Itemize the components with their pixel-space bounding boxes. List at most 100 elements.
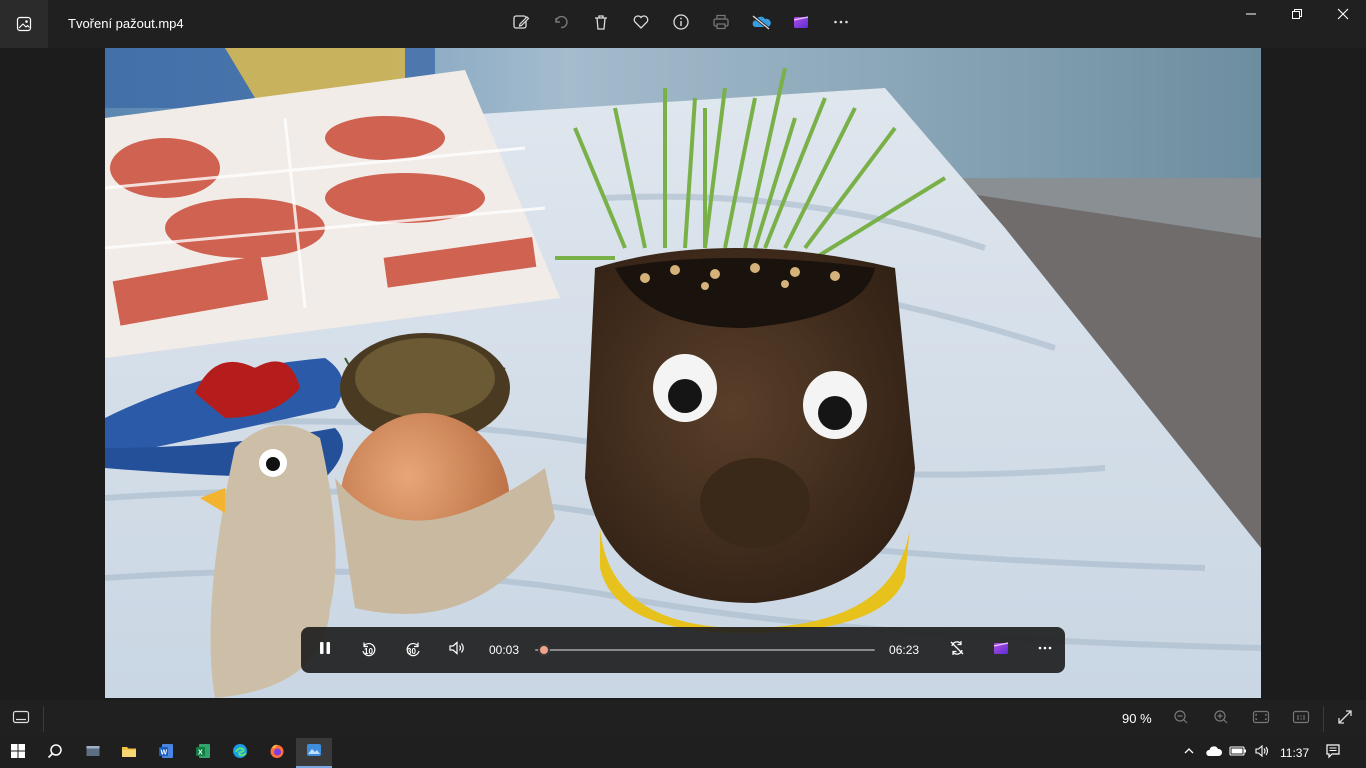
- video-frame[interactable]: [105, 48, 1261, 698]
- zoom-level: 90 %: [1122, 711, 1152, 726]
- full-screen-button[interactable]: [1332, 706, 1358, 732]
- window-title: Tvoření pažout.mp4: [68, 16, 184, 31]
- windows-taskbar: W X 11:37: [0, 738, 1366, 768]
- title-bar: Tvoření pažout.mp4: [0, 0, 1366, 48]
- folder-icon: [121, 743, 137, 764]
- status-bar: 90 %: [0, 700, 1366, 738]
- edge-button[interactable]: [222, 738, 258, 768]
- seek-track: [535, 649, 876, 651]
- firefox-button[interactable]: [259, 738, 295, 768]
- speaker-icon: [1254, 744, 1270, 763]
- clipchamp-button[interactable]: [783, 6, 819, 42]
- fit-to-window-icon: [1252, 710, 1270, 729]
- total-time: 06:23: [889, 643, 920, 657]
- info-icon: [672, 13, 690, 36]
- battery-icon: [1229, 744, 1247, 762]
- onedrive-icon: [750, 13, 772, 36]
- photos-app-icon[interactable]: [0, 0, 48, 48]
- filmstrip-button[interactable]: [6, 704, 36, 734]
- skip-back-10-icon: 10: [359, 640, 379, 660]
- close-icon: [1337, 7, 1349, 25]
- excel-icon: X: [195, 743, 211, 764]
- edit-image-button[interactable]: [503, 6, 539, 42]
- photos-taskbar-button[interactable]: [296, 738, 332, 768]
- video-still-image: [105, 48, 1261, 698]
- search-button[interactable]: [37, 738, 73, 768]
- word-icon: W: [158, 743, 174, 764]
- skip-back-seconds: 10: [364, 647, 373, 656]
- clipchamp-edit-button[interactable]: [983, 632, 1019, 668]
- windows-logo-icon: [10, 743, 26, 764]
- delete-button[interactable]: [583, 6, 619, 42]
- close-button[interactable]: [1320, 0, 1366, 32]
- minimize-button[interactable]: [1228, 0, 1274, 32]
- word-button[interactable]: W: [148, 738, 184, 768]
- edit-image-icon: [512, 13, 530, 36]
- pause-button[interactable]: [307, 632, 343, 668]
- status-divider-right: [1323, 706, 1324, 732]
- fit-to-window-button[interactable]: [1248, 706, 1274, 732]
- current-time: 00:03: [489, 643, 520, 657]
- more-options-button[interactable]: [1027, 632, 1063, 668]
- show-hidden-icons-button[interactable]: [1180, 744, 1198, 762]
- full-screen-icon: [1337, 709, 1353, 730]
- task-view-button[interactable]: [75, 738, 111, 768]
- seek-bar[interactable]: [535, 640, 876, 660]
- search-icon: [47, 743, 63, 764]
- window-controls: [1228, 0, 1366, 32]
- clipchamp-icon: [992, 639, 1010, 662]
- file-explorer-button[interactable]: [111, 738, 147, 768]
- repeat-off-icon: [948, 639, 966, 662]
- skip-forward-button[interactable]: 30: [395, 632, 431, 668]
- actual-size-button[interactable]: [1288, 706, 1314, 732]
- excel-button[interactable]: X: [185, 738, 221, 768]
- rotate-icon: [552, 13, 570, 36]
- status-divider: [43, 706, 44, 732]
- print-button[interactable]: [703, 6, 739, 42]
- volume-button[interactable]: [439, 632, 475, 668]
- playback-controls: 10 30 00:03 06:23: [301, 627, 1065, 673]
- top-toolbar: [503, 6, 859, 42]
- favorite-icon: [632, 13, 650, 36]
- pause-icon: [317, 640, 333, 661]
- actual-size-icon: [1292, 710, 1310, 729]
- zoom-out-icon: [1173, 709, 1189, 730]
- more-icon: [1037, 640, 1053, 661]
- start-button[interactable]: [0, 738, 36, 768]
- notification-icon: [1325, 743, 1341, 764]
- zoom-in-button[interactable]: [1208, 706, 1234, 732]
- minimize-icon: [1245, 7, 1257, 25]
- restore-button[interactable]: [1274, 0, 1320, 32]
- skip-forward-seconds: 30: [407, 647, 416, 656]
- notification-center-button[interactable]: [1322, 743, 1344, 763]
- photos-icon: [306, 742, 322, 763]
- info-button[interactable]: [663, 6, 699, 42]
- volume-tray-button[interactable]: [1252, 744, 1272, 762]
- firefox-icon: [269, 743, 285, 764]
- media-viewer: 10 30 00:03 06:23: [0, 48, 1366, 700]
- favorite-button[interactable]: [623, 6, 659, 42]
- onedrive-tray-button[interactable]: [1204, 744, 1224, 762]
- edge-icon: [232, 743, 248, 764]
- filmstrip-icon: [12, 710, 30, 729]
- svg-text:X: X: [198, 749, 203, 756]
- battery-tray-button[interactable]: [1228, 744, 1248, 762]
- taskbar-clock[interactable]: 11:37: [1280, 746, 1309, 760]
- seek-thumb[interactable]: [538, 644, 551, 656]
- more-button[interactable]: [823, 6, 859, 42]
- zoom-out-button[interactable]: [1168, 706, 1194, 732]
- task-view-icon: [85, 743, 101, 764]
- more-icon: [832, 13, 850, 36]
- delete-icon: [592, 13, 610, 36]
- print-icon: [712, 13, 730, 36]
- skip-forward-30-icon: 30: [403, 640, 423, 660]
- rotate-button[interactable]: [543, 6, 579, 42]
- repeat-button[interactable]: [939, 632, 975, 668]
- cloud-icon: [1205, 744, 1223, 762]
- restore-icon: [1291, 7, 1303, 25]
- svg-text:W: W: [161, 749, 168, 756]
- zoom-in-icon: [1213, 709, 1229, 730]
- skip-back-button[interactable]: 10: [351, 632, 387, 668]
- volume-icon: [448, 640, 466, 661]
- onedrive-button[interactable]: [743, 6, 779, 42]
